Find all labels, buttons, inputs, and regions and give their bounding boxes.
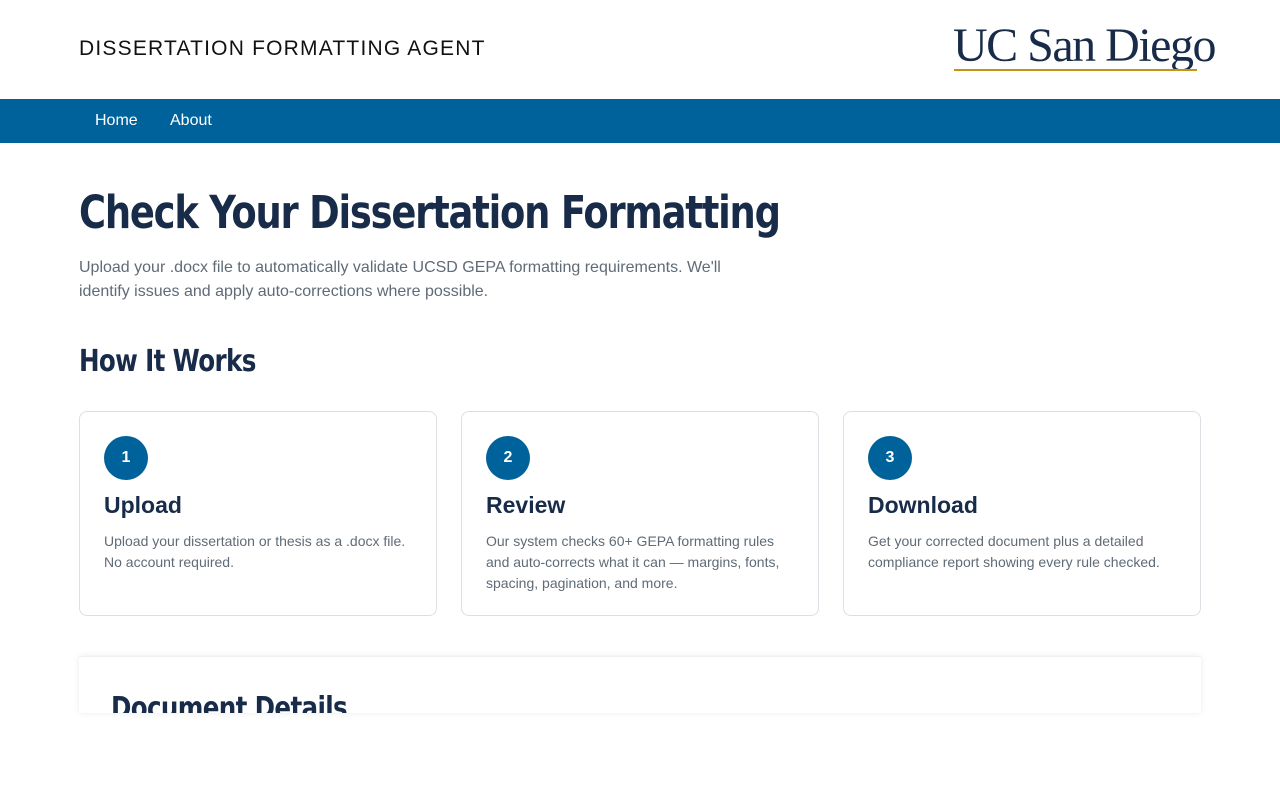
step-card-upload: 1 Upload Upload your dissertation or the…	[79, 411, 437, 616]
step-description: Get your corrected document plus a detai…	[868, 533, 1160, 570]
site-title: DISSERTATION FORMATTING AGENT	[79, 37, 486, 60]
nav-about-link[interactable]: About	[170, 112, 212, 130]
step-number-badge: 1	[104, 436, 148, 480]
page-title: Check Your Dissertation Formatting	[79, 186, 781, 239]
step-card-review: 2 Review Our system checks 60+ GEPA form…	[461, 411, 819, 616]
step-description: Upload your dissertation or thesis as a …	[104, 533, 406, 570]
logo-text: UC San Diego	[953, 19, 1216, 72]
ucsd-logo[interactable]: UC San Diego	[953, 19, 1216, 74]
how-it-works-title: How It Works	[79, 344, 256, 379]
intro-text: Upload your .docx file to automatically …	[79, 259, 721, 300]
step-card-download: 3 Download Get your corrected document p…	[843, 411, 1201, 616]
main-nav: Home About	[0, 99, 1280, 143]
document-details-panel: Document Details	[79, 656, 1201, 713]
nav-home-link[interactable]: Home	[95, 112, 138, 130]
step-number-badge: 3	[868, 436, 912, 480]
document-details-title: Document Details	[111, 691, 348, 713]
step-title: Review	[486, 492, 566, 518]
site-header: DISSERTATION FORMATTING AGENT UC San Die…	[0, 0, 1280, 99]
step-description: Our system checks 60+ GEPA formatting ru…	[486, 533, 780, 591]
logo-underline	[954, 69, 1197, 71]
step-title: Upload	[104, 492, 182, 518]
step-title: Download	[868, 492, 978, 518]
step-number-badge: 2	[486, 436, 530, 480]
